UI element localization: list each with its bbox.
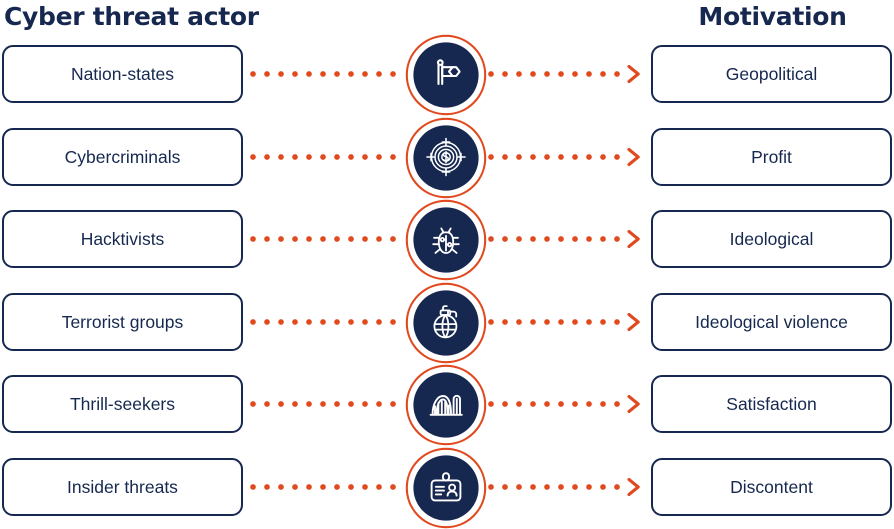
cyber-threat-actor-motivation-diagram: Cyber threat actor Motivation Nation-sta… bbox=[0, 0, 894, 529]
diagram-rows: Nation-states Geopolitical Cybercriminal… bbox=[0, 0, 894, 529]
actor-label: Terrorist groups bbox=[61, 311, 184, 332]
connector-dots-left bbox=[250, 319, 404, 325]
connector-dots-right bbox=[488, 401, 624, 407]
motivation-label: Geopolitical bbox=[725, 63, 818, 84]
diagram-row: Thrill-seekers Satisfaction bbox=[0, 364, 894, 446]
connector-dots-right bbox=[488, 154, 624, 160]
connector-dots-left bbox=[250, 71, 404, 77]
connector-dots-right bbox=[488, 71, 624, 77]
actor-label: Cybercriminals bbox=[64, 146, 181, 167]
diagram-row: Nation-states Geopolitical bbox=[0, 34, 894, 116]
id-badge-icon-medallion bbox=[405, 447, 487, 529]
connector-dots-left bbox=[250, 401, 404, 407]
motivation-label: Discontent bbox=[730, 476, 813, 497]
actor-label: Insider threats bbox=[67, 476, 178, 497]
arrow-head-icon bbox=[626, 394, 642, 414]
actor-box[interactable]: Hacktivists bbox=[2, 210, 243, 268]
arrow-head-icon bbox=[626, 147, 642, 167]
actor-box[interactable]: Cybercriminals bbox=[2, 128, 243, 186]
motivation-box[interactable]: Profit bbox=[651, 128, 892, 186]
connector-dots-right bbox=[488, 319, 624, 325]
connector-dots-left bbox=[250, 236, 404, 242]
connector-dots-left bbox=[250, 154, 404, 160]
connector-dots-right bbox=[488, 236, 624, 242]
motivation-label: Satisfaction bbox=[726, 393, 817, 414]
motivation-label: Ideological bbox=[729, 228, 814, 249]
actor-box[interactable]: Thrill-seekers bbox=[2, 375, 243, 433]
actor-box[interactable]: Insider threats bbox=[2, 458, 243, 516]
actor-box[interactable]: Terrorist groups bbox=[2, 293, 243, 351]
arrow-head-icon bbox=[626, 64, 642, 84]
connector-dots-right bbox=[488, 484, 624, 490]
actor-box[interactable]: Nation-states bbox=[2, 45, 243, 103]
roller-coaster-icon-medallion bbox=[405, 364, 487, 446]
motivation-box[interactable]: Ideological violence bbox=[651, 293, 892, 351]
motivation-box[interactable]: Ideological bbox=[651, 210, 892, 268]
diagram-row: Insider threats Discontent bbox=[0, 447, 894, 529]
connector-dots-left bbox=[250, 484, 404, 490]
motivation-box[interactable]: Discontent bbox=[651, 458, 892, 516]
money-target-icon-medallion bbox=[405, 117, 487, 199]
motivation-label: Profit bbox=[751, 146, 792, 167]
motivation-box[interactable]: Satisfaction bbox=[651, 375, 892, 433]
grenade-icon-medallion bbox=[405, 282, 487, 364]
bug-icon-medallion bbox=[405, 199, 487, 281]
flag-icon-medallion bbox=[405, 34, 487, 116]
motivation-label: Ideological violence bbox=[695, 311, 848, 332]
motivation-box[interactable]: Geopolitical bbox=[651, 45, 892, 103]
diagram-row: Hacktivists Ideological bbox=[0, 199, 894, 281]
arrow-head-icon bbox=[626, 229, 642, 249]
arrow-head-icon bbox=[626, 312, 642, 332]
diagram-row: Cybercriminals Profit bbox=[0, 117, 894, 199]
arrow-head-icon bbox=[626, 477, 642, 497]
actor-label: Hacktivists bbox=[80, 228, 165, 249]
diagram-row: Terrorist groups Ideological violence bbox=[0, 282, 894, 364]
actor-label: Thrill-seekers bbox=[69, 393, 176, 414]
actor-label: Nation-states bbox=[70, 63, 175, 84]
